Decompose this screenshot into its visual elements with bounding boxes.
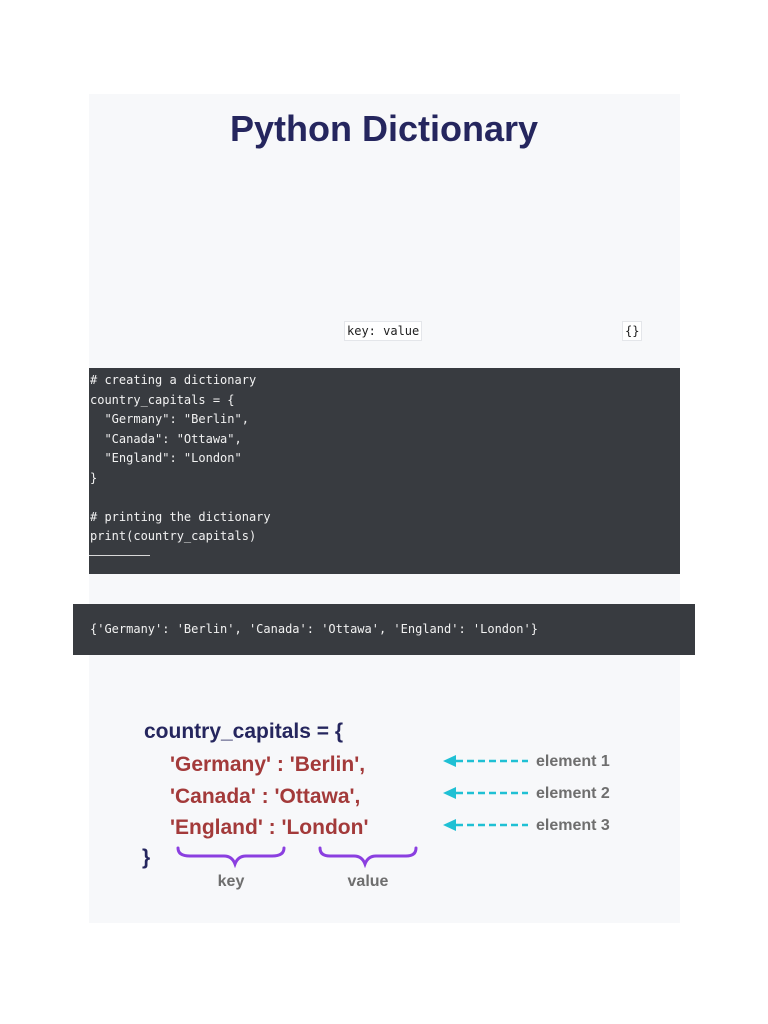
arrow-icon bbox=[443, 819, 528, 831]
value-brace-icon bbox=[318, 846, 418, 869]
inline-code-key-value: key: value bbox=[344, 321, 423, 341]
element-label-3: element 3 bbox=[536, 817, 610, 834]
output-text: {'Germany': 'Berlin', 'Canada': 'Ottawa'… bbox=[90, 622, 538, 636]
output-block: {'Germany': 'Berlin', 'Canada': 'Ottawa'… bbox=[73, 604, 695, 655]
code-line: "Germany": "Berlin", bbox=[90, 412, 249, 426]
code-underline bbox=[89, 555, 150, 556]
dictionary-diagram: country_capitals = { 'Germany' : 'Berlin… bbox=[140, 712, 660, 902]
inline-code-braces: {} bbox=[622, 321, 643, 341]
code-line: country_capitals = { bbox=[90, 392, 235, 407]
code-line: # printing the dictionary bbox=[90, 509, 271, 524]
diagram-header: country_capitals = { bbox=[144, 720, 343, 743]
element-label-1: element 1 bbox=[536, 753, 610, 770]
diagram-entry-1: 'Germany' : 'Berlin', bbox=[170, 753, 365, 776]
page-title: Python Dictionary bbox=[229, 108, 539, 149]
code-line: } bbox=[90, 470, 98, 485]
code-line: "Canada": "Ottawa", bbox=[90, 431, 242, 446]
code-line: # creating a dictionary bbox=[90, 373, 257, 387]
arrow-icon bbox=[443, 787, 528, 799]
key-brace-icon bbox=[176, 846, 286, 869]
value-label: value bbox=[348, 873, 389, 890]
arrow-icon bbox=[443, 755, 528, 767]
element-label-2: element 2 bbox=[536, 785, 610, 802]
diagram-entry-2: 'Canada' : 'Ottawa', bbox=[170, 785, 360, 808]
diagram-entry-3: 'England' : 'London' bbox=[170, 816, 368, 839]
key-label: key bbox=[218, 873, 245, 890]
code-line: "England": "London" bbox=[90, 451, 242, 465]
diagram-svg: country_capitals = { 'Germany' : 'Berlin… bbox=[142, 720, 610, 890]
code-line: print(country_capitals) bbox=[90, 529, 257, 543]
code-block: # creating a dictionary country_capitals… bbox=[89, 368, 680, 574]
diagram-closing-brace: } bbox=[142, 846, 150, 869]
